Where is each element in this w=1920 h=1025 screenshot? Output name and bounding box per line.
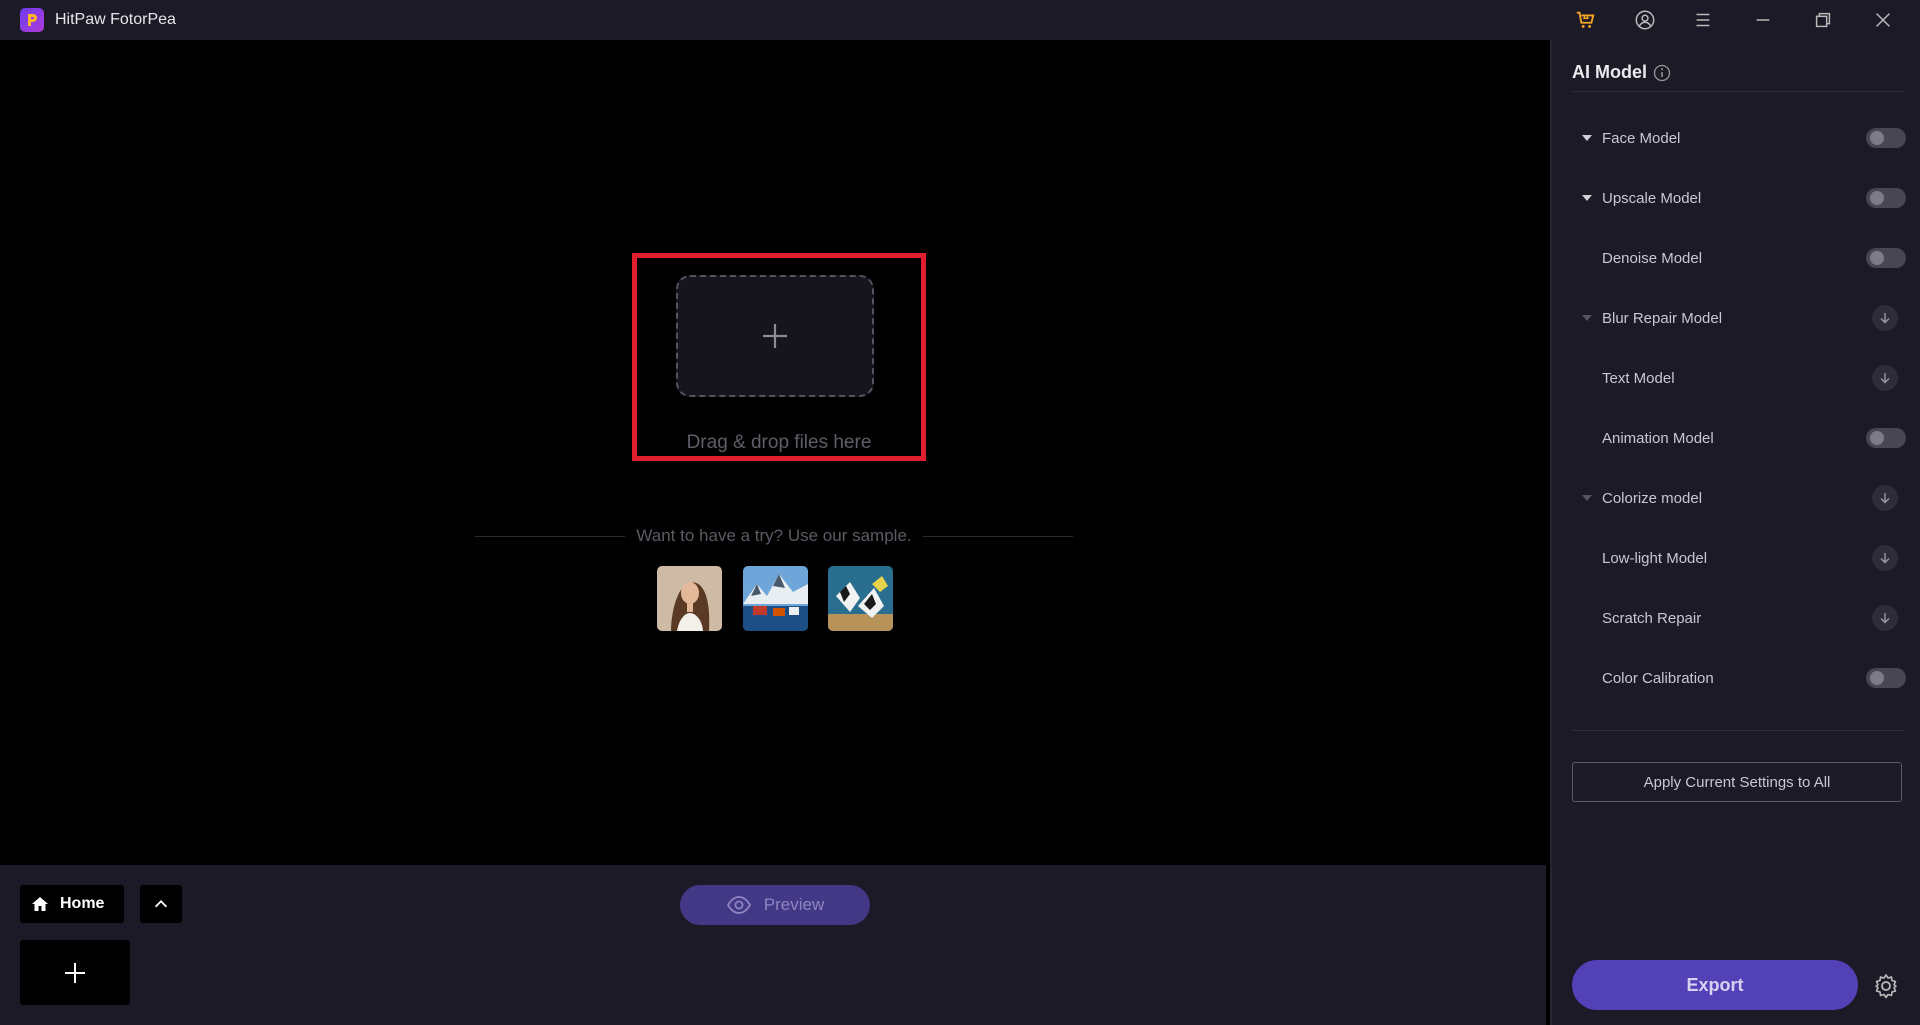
model-row[interactable]: Colorize model xyxy=(1572,480,1906,516)
model-label: Denoise Model xyxy=(1602,249,1703,267)
panel-divider-bottom xyxy=(1572,730,1904,731)
model-row[interactable]: Animation Model xyxy=(1572,420,1906,456)
toggle-knob xyxy=(1870,191,1884,205)
preview-button[interactable]: Preview xyxy=(680,885,870,925)
sample-portrait[interactable] xyxy=(657,566,722,631)
restore-icon[interactable] xyxy=(1798,0,1848,40)
model-toggle[interactable] xyxy=(1866,668,1906,688)
model-toggle[interactable] xyxy=(1866,188,1906,208)
user-account-icon[interactable] xyxy=(1620,0,1670,40)
model-row[interactable]: Color Calibration xyxy=(1572,660,1906,696)
toggle-knob xyxy=(1870,251,1884,265)
model-toggle[interactable] xyxy=(1866,248,1906,268)
model-label: Low-light Model xyxy=(1602,549,1708,567)
caret-down-icon[interactable] xyxy=(1582,120,1592,156)
sample-divider: Want to have a try? Use our sample. xyxy=(475,526,1073,548)
file-drop-zone[interactable] xyxy=(676,275,874,397)
preview-label: Preview xyxy=(763,895,825,914)
model-label: Animation Model xyxy=(1602,429,1714,447)
sample-fish[interactable] xyxy=(828,566,893,631)
chevron-up-icon xyxy=(154,900,168,908)
toggle-knob xyxy=(1870,671,1884,685)
model-row[interactable]: Upscale Model xyxy=(1572,180,1906,216)
panel-title: AI Model xyxy=(1572,62,1671,83)
expand-up-button[interactable] xyxy=(140,885,182,923)
title-bar: HitPaw FotorPea xyxy=(0,0,1920,40)
download-icon[interactable] xyxy=(1872,485,1898,511)
model-label: Upscale Model xyxy=(1602,189,1702,207)
model-label: Color Calibration xyxy=(1602,669,1714,687)
plus-icon xyxy=(65,962,85,983)
model-label: Colorize model xyxy=(1602,489,1703,507)
drop-label: Drag & drop files here xyxy=(686,432,872,453)
home-icon xyxy=(32,897,48,911)
model-label: Scratch Repair xyxy=(1602,609,1702,627)
home-label: Home xyxy=(60,895,105,912)
model-label: Blur Repair Model xyxy=(1602,309,1723,327)
download-icon[interactable] xyxy=(1872,365,1898,391)
app-title: HitPaw FotorPea xyxy=(55,11,176,28)
toggle-knob xyxy=(1870,431,1884,445)
info-icon[interactable] xyxy=(1653,64,1671,82)
sample-landscape[interactable] xyxy=(743,566,808,631)
home-button[interactable]: Home xyxy=(20,885,124,923)
model-label: Face Model xyxy=(1602,129,1681,147)
sample-prompt: Want to have a try? Use our sample. xyxy=(626,526,922,545)
ai-model-panel: AI Model Face Model Upscale Model Denoise … xyxy=(1550,40,1920,1025)
model-row[interactable]: Denoise Model xyxy=(1572,240,1906,276)
apply-to-all-button[interactable]: Apply Current Settings to All xyxy=(1572,762,1902,802)
caret-down-icon[interactable] xyxy=(1582,480,1592,516)
model-row[interactable]: Text Model xyxy=(1572,360,1906,396)
eye-icon xyxy=(726,896,751,914)
export-button[interactable]: Export xyxy=(1572,960,1858,1010)
app-logo-icon xyxy=(20,8,44,32)
gear-icon[interactable] xyxy=(1870,970,1902,1002)
panel-title-text: AI Model xyxy=(1572,62,1647,82)
download-icon[interactable] xyxy=(1872,605,1898,631)
caret-down-icon[interactable] xyxy=(1582,300,1592,336)
model-row[interactable]: Blur Repair Model xyxy=(1572,300,1906,336)
model-label: Text Model xyxy=(1602,369,1675,387)
menu-icon[interactable] xyxy=(1678,0,1728,40)
model-row[interactable]: Low-light Model xyxy=(1572,540,1906,576)
add-file-button[interactable] xyxy=(20,940,130,1005)
close-icon[interactable] xyxy=(1858,0,1908,40)
model-row[interactable]: Scratch Repair xyxy=(1572,600,1906,636)
plus-icon xyxy=(763,324,787,348)
model-toggle[interactable] xyxy=(1866,428,1906,448)
caret-down-icon[interactable] xyxy=(1582,180,1592,216)
toggle-knob xyxy=(1870,131,1884,145)
download-icon[interactable] xyxy=(1872,305,1898,331)
download-icon[interactable] xyxy=(1872,545,1898,571)
model-row[interactable]: Face Model xyxy=(1572,120,1906,156)
panel-divider-top xyxy=(1572,91,1904,92)
model-toggle[interactable] xyxy=(1866,128,1906,148)
minimize-icon[interactable] xyxy=(1738,0,1788,40)
shop-cart-icon[interactable] xyxy=(1560,0,1610,40)
